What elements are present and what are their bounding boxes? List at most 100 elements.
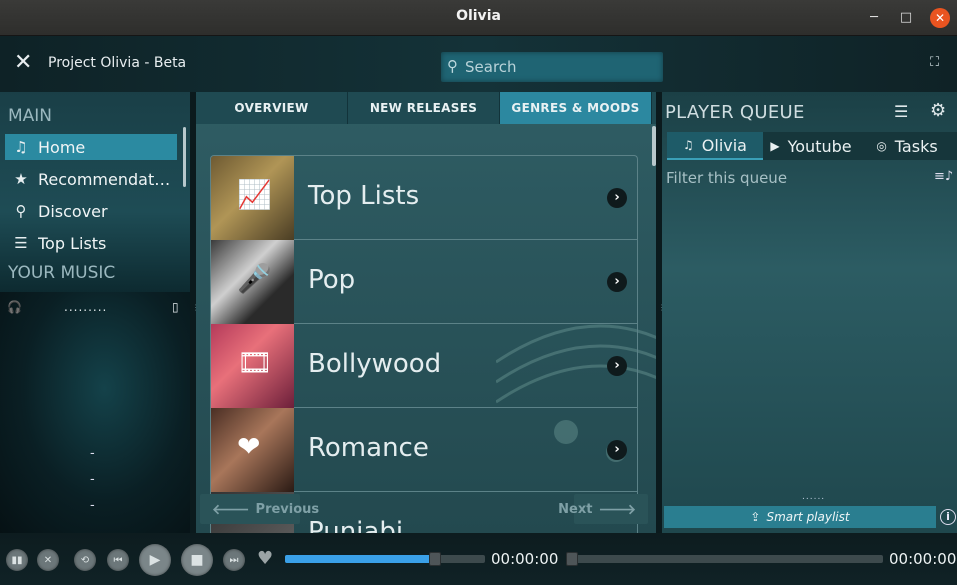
- tab-overview[interactable]: OVERVIEW: [196, 92, 348, 124]
- elapsed-time: 00:00:00: [491, 550, 559, 568]
- close-icon[interactable]: ✕: [930, 8, 950, 28]
- heart-icon: ❤: [237, 430, 261, 463]
- star-icon: ★: [14, 170, 28, 188]
- sidebar-item-discover[interactable]: ⚲ Discover: [5, 198, 177, 224]
- genre-item[interactable]: 📈 Top Lists ›: [211, 156, 637, 240]
- window-title: Olivia: [456, 8, 501, 24]
- chevron-right-icon[interactable]: ›: [607, 272, 627, 292]
- upload-icon: ⇪: [750, 510, 761, 524]
- play-icon[interactable]: ▶: [139, 544, 171, 576]
- next-button[interactable]: Next 🡒: [558, 494, 648, 524]
- youtube-icon: ▶: [770, 139, 780, 153]
- tab-label: Olivia: [701, 135, 747, 155]
- film-reel-icon: 🎞: [237, 346, 273, 379]
- music-note-icon: ♫: [683, 138, 694, 152]
- pager: 🡐 Previous Next 🡒: [196, 488, 656, 533]
- tab-olivia[interactable]: ♫ Olivia: [667, 132, 763, 160]
- headphones-icon[interactable]: 🎧: [7, 300, 22, 314]
- now-playing-dots: .........: [64, 300, 108, 314]
- maximize-icon[interactable]: □: [896, 8, 916, 28]
- search-icon: ⚲: [15, 202, 27, 220]
- smart-playlist-button[interactable]: ⇪ Smart playlist: [664, 506, 936, 528]
- volume-knob[interactable]: [429, 552, 441, 566]
- search-box[interactable]: ⚲: [441, 52, 663, 82]
- main-content: OVERVIEW NEW RELEASES GENRES & MOODS 📈 T…: [196, 92, 656, 533]
- section-main: MAIN: [8, 106, 53, 126]
- content-tabs: OVERVIEW NEW RELEASES GENRES & MOODS: [196, 92, 656, 124]
- volume-slider[interactable]: [285, 552, 485, 566]
- smart-playlist-label: Smart playlist: [766, 510, 850, 524]
- sidebar-item-home[interactable]: ♫ Home: [5, 134, 177, 160]
- sidebar-item-top-lists[interactable]: ☰ Top Lists: [5, 230, 177, 256]
- tasks-icon: ◎: [876, 139, 887, 153]
- queue-tabs: ♫ Olivia ▶ Youtube ◎ Tasks: [667, 132, 957, 160]
- chevron-right-icon[interactable]: ›: [607, 440, 627, 460]
- next-label: Next: [558, 501, 593, 517]
- sidebar-item-label: Discover: [38, 201, 108, 221]
- genre-name: Top Lists: [308, 181, 420, 211]
- now-playing-line: -: [90, 472, 95, 487]
- phone-icon[interactable]: ▯: [172, 300, 179, 314]
- sidebar-item-label: Recommendations: [38, 169, 173, 189]
- queue-title: PLAYER QUEUE: [665, 102, 805, 123]
- sidebar-item-label: Home: [38, 137, 86, 157]
- sidebar: MAIN ♫ Home ★ Recommendations ⚲ Discover…: [0, 92, 190, 292]
- equalizer-icon[interactable]: ▮▮: [6, 549, 28, 571]
- tab-tasks[interactable]: ◎ Tasks: [859, 132, 955, 160]
- chevron-right-icon[interactable]: ›: [607, 356, 627, 376]
- genre-name: Romance: [308, 433, 429, 463]
- shuffle-icon[interactable]: ✕: [37, 549, 59, 571]
- fullscreen-icon[interactable]: ⛶: [930, 55, 939, 70]
- now-playing-line: -: [90, 446, 95, 461]
- tab-new-releases[interactable]: NEW RELEASES: [348, 92, 500, 124]
- player-queue-panel: PLAYER QUEUE ☰ ⚙ ♫ Olivia ▶ Youtube ◎ Ta…: [662, 92, 957, 533]
- genre-name: Pop: [308, 265, 356, 295]
- genre-list: 📈 Top Lists › 🎤 Pop › 🎞 Bollywood › ❤ Ro…: [210, 155, 638, 533]
- minimize-icon[interactable]: ─: [864, 8, 884, 28]
- tab-label: Youtube: [787, 136, 852, 156]
- tab-youtube[interactable]: ▶ Youtube: [763, 132, 859, 160]
- repeat-icon[interactable]: ⟲: [74, 549, 96, 571]
- arrow-right-icon: 🡒: [598, 501, 636, 518]
- gear-icon[interactable]: ⚙: [930, 100, 946, 121]
- now-playing-line: -: [90, 498, 95, 513]
- info-icon[interactable]: i: [940, 509, 956, 525]
- trend-chart-icon: 📈: [237, 178, 272, 211]
- genre-item[interactable]: 🎞 Bollywood ›: [211, 324, 637, 408]
- tab-label: Tasks: [894, 136, 938, 156]
- previous-button[interactable]: 🡐 Previous: [200, 494, 319, 524]
- close-app-icon[interactable]: ✕: [14, 50, 32, 75]
- heart-icon[interactable]: ♥: [257, 548, 273, 569]
- genre-name: Bollywood: [308, 349, 442, 379]
- tab-genres-moods[interactable]: GENRES & MOODS: [500, 92, 652, 124]
- app-header: ✕ Project Olivia - Beta ⚲ ⛶: [0, 36, 957, 92]
- microphone-icon: 🎤: [237, 262, 272, 295]
- now-playing-panel: 🎧 ......... ▯ - - -: [0, 292, 190, 533]
- playlist-icon[interactable]: ≡♪: [934, 169, 953, 184]
- queue-resize-grip[interactable]: ......: [802, 492, 825, 502]
- queue-filter-input[interactable]: [666, 166, 926, 190]
- previous-track-icon[interactable]: ⏮: [107, 549, 129, 571]
- player-controls: ▮▮ ✕ ⟲ ⏮ ▶ ■ ⏭ ♥ 00:00:00 00:00:00: [0, 533, 957, 585]
- previous-label: Previous: [255, 501, 320, 517]
- genre-item[interactable]: ❤ Romance ›: [211, 408, 637, 492]
- sidebar-item-label: Top Lists: [38, 233, 107, 253]
- search-input[interactable]: [465, 56, 655, 78]
- stop-icon[interactable]: ■: [181, 544, 213, 576]
- total-time: 00:00:00: [889, 550, 957, 568]
- title-bar: Olivia ─ □ ✕: [0, 0, 957, 36]
- next-track-icon[interactable]: ⏭: [223, 549, 245, 571]
- genre-item[interactable]: 🎤 Pop ›: [211, 240, 637, 324]
- app-name: Project Olivia - Beta: [48, 55, 187, 71]
- chevron-right-icon[interactable]: ›: [607, 188, 627, 208]
- seek-slider[interactable]: [566, 552, 883, 566]
- search-icon: ⚲: [447, 57, 458, 75]
- seek-knob[interactable]: [566, 552, 578, 566]
- sort-queue-icon[interactable]: ☰: [894, 102, 908, 121]
- sidebar-scrollbar[interactable]: [183, 127, 186, 187]
- arrow-left-icon: 🡐: [212, 501, 250, 518]
- music-note-icon: ♫: [14, 138, 28, 156]
- section-your-music: YOUR MUSIC: [8, 263, 116, 283]
- sidebar-item-recommendations[interactable]: ★ Recommendations: [5, 166, 177, 192]
- list-icon: ☰: [14, 234, 28, 252]
